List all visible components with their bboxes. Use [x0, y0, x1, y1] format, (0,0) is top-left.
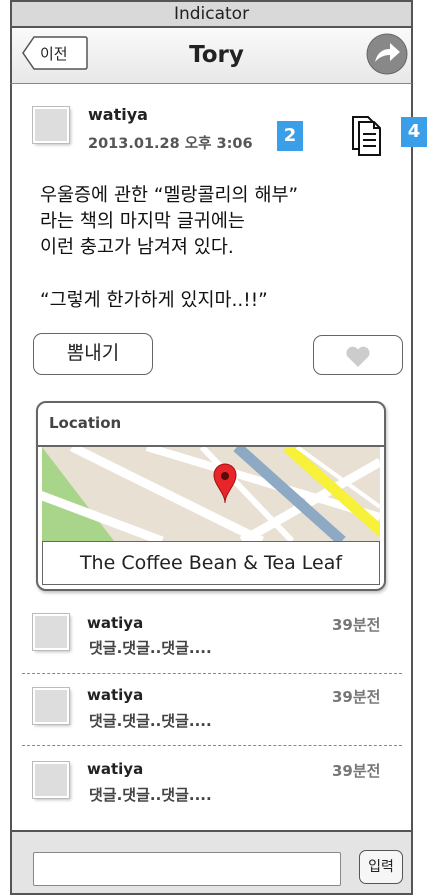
location-place-name: The Coffee Bean & Tea Leaf: [42, 541, 380, 585]
location-card[interactable]: Location The Coffee Bean & Tea Leaf: [36, 401, 386, 591]
comment-divider: [22, 673, 402, 674]
annotation-badge-2: 2: [277, 121, 303, 151]
comment-text: 댓글.댓글..댓글....: [89, 639, 212, 657]
post-author-avatar[interactable]: [33, 107, 69, 143]
comment-avatar[interactable]: [33, 762, 69, 798]
comment-input[interactable]: [33, 852, 341, 886]
status-bar: Indicator: [10, 0, 413, 28]
like-button[interactable]: [313, 335, 403, 375]
comment-author[interactable]: watiya: [87, 686, 143, 704]
comment-text: 댓글.댓글..댓글....: [89, 786, 212, 804]
comment-author[interactable]: watiya: [87, 614, 143, 632]
post-body-line-1: 우울증에 관한 “멜랑콜리의 해부”: [40, 185, 299, 206]
heart-icon: [346, 346, 370, 367]
comment-author[interactable]: watiya: [87, 760, 143, 778]
location-heading: Location: [38, 403, 384, 447]
submit-comment-button[interactable]: 입력: [359, 850, 403, 884]
share-button[interactable]: [366, 33, 408, 75]
comment-avatar[interactable]: [33, 688, 69, 724]
post-author-name[interactable]: watiya: [88, 105, 148, 124]
comment-text: 댓글.댓글..댓글....: [89, 712, 212, 730]
copy-document-icon[interactable]: [350, 111, 382, 157]
post-date: 2013.01.28 오후 3:06: [88, 136, 253, 152]
annotation-badge-4: 4: [401, 117, 427, 147]
post-body-line-2: 라는 책의 마지막 글귀에는: [40, 211, 245, 232]
comment-avatar[interactable]: [33, 614, 69, 650]
comment-divider: [22, 745, 402, 746]
post-body-line-3: 이런 충고가 남겨져 있다.: [40, 237, 234, 258]
post-quote: “그렇게 한가하게 있지마..!!”: [40, 290, 268, 311]
show-off-button[interactable]: 뽐내기: [33, 333, 153, 375]
share-arrow-icon: [366, 33, 408, 75]
comment-time: 39분전: [332, 616, 381, 634]
comment-time: 39분전: [332, 688, 381, 706]
comment-time: 39분전: [332, 762, 381, 780]
location-map[interactable]: [42, 447, 380, 541]
status-bar-label: Indicator: [173, 4, 250, 24]
